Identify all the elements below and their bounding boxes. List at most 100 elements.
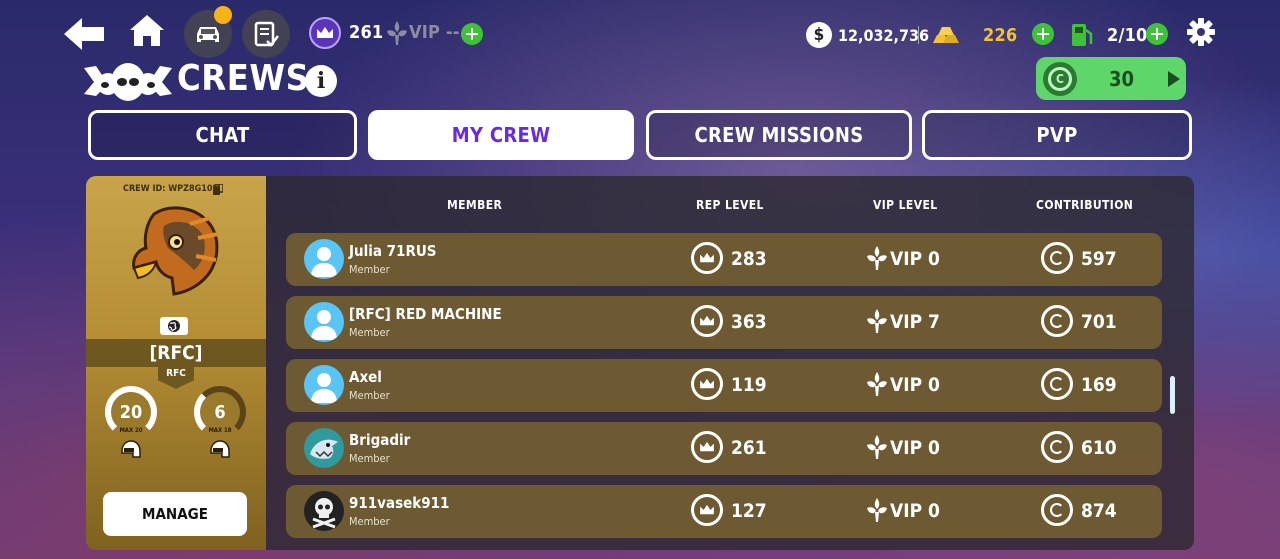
checklist-icon: [254, 21, 279, 47]
default-avatar-icon: [304, 365, 344, 405]
page-title: CREWS: [177, 58, 310, 99]
vip-level-value: VIP 0: [890, 248, 940, 270]
shark-avatar-icon: [304, 428, 344, 468]
crew-emblem: [124, 204, 224, 302]
crew-id-label: CREW ID: WPZ8G10M: [123, 184, 221, 194]
scrollbar[interactable]: [1170, 376, 1175, 414]
tab-my-crew[interactable]: MY CREW: [368, 110, 634, 160]
info-icon: i: [316, 68, 326, 94]
rep-crown-icon: [691, 305, 723, 337]
fuel-plus-button[interactable]: [1146, 23, 1168, 45]
default-avatar-icon: [304, 239, 344, 279]
region-badge: [160, 317, 188, 335]
cash-amount: 12,032,736: [838, 26, 930, 45]
vip-level-value: VIP 0: [890, 437, 940, 459]
rep-crown-icon: [691, 494, 723, 526]
rep-level-value: 127: [731, 500, 767, 522]
copy-icon[interactable]: [213, 184, 223, 195]
play-arrow-icon: [1168, 71, 1180, 87]
member-row[interactable]: Axel Member 119 VIP 0 169: [286, 359, 1162, 412]
contribution-value: 701: [1081, 311, 1117, 333]
crew-short-name: RFC: [158, 367, 194, 389]
vip-fleur-icon: [867, 309, 887, 333]
back-arrow-icon: [64, 18, 104, 50]
rep-level-value: 363: [731, 311, 767, 333]
vip-level-value: VIP 7: [890, 311, 940, 333]
member-name[interactable]: [RFC] RED MACHINE: [349, 305, 502, 323]
member-name[interactable]: Axel: [349, 368, 382, 386]
settings-button[interactable]: [1186, 17, 1216, 51]
vip-fleur-icon: [867, 246, 887, 270]
contribution-coin-icon: [1041, 305, 1073, 337]
member-role: Member: [349, 452, 390, 465]
member-name[interactable]: 911vasek911: [349, 494, 449, 512]
crew-short-label: RFC: [166, 368, 186, 379]
crew-token-button[interactable]: C 30: [1036, 57, 1186, 100]
rep-level-value: 119: [731, 374, 767, 396]
members-table: MEMBER REP LEVEL VIP LEVEL CONTRIBUTION …: [266, 176, 1194, 550]
member-row[interactable]: [RFC] RED MACHINE Member 363 VIP 7 701: [286, 296, 1162, 349]
crew-token-count: 30: [1109, 67, 1135, 91]
rep-level-value: 261: [731, 437, 767, 459]
home-button[interactable]: [128, 12, 166, 50]
contribution-value: 874: [1081, 500, 1117, 522]
crew-tag: [RFC]: [149, 342, 203, 364]
member-name[interactable]: Julia 71RUS: [349, 242, 437, 260]
crown-icon: [309, 17, 341, 49]
member-row[interactable]: Julia 71RUS Member 283 VIP 0 597: [286, 233, 1162, 286]
back-button[interactable]: [62, 14, 106, 54]
member-name[interactable]: Brigadir: [349, 431, 410, 449]
divider: [918, 26, 919, 44]
contribution-coin-icon: [1041, 242, 1073, 274]
info-button[interactable]: i: [305, 65, 337, 97]
vip-fleur-icon: [867, 435, 887, 459]
vip-fleur-icon: [386, 20, 408, 50]
tab-pvp[interactable]: PVP: [922, 110, 1192, 160]
second-max: MAX 18: [208, 427, 232, 434]
member-role: Member: [349, 389, 390, 402]
gold-plus-button[interactable]: [1032, 23, 1054, 45]
header-rep-level: REP LEVEL: [696, 198, 764, 212]
manage-button[interactable]: MANAGE: [103, 492, 247, 536]
plus-icon: [466, 28, 478, 40]
fuel-icon: [1070, 20, 1094, 52]
plus-icon: [1151, 28, 1163, 40]
members-helmet-icon: [121, 440, 141, 458]
car-icon: [197, 27, 219, 42]
member-role: Member: [349, 515, 390, 528]
contribution-value: 610: [1081, 437, 1117, 459]
fuel-amount: 2/10: [1107, 25, 1148, 46]
default-avatar-icon: [304, 302, 344, 342]
header-contribution: CONTRIBUTION: [1036, 198, 1134, 212]
vip-plus-button[interactable]: [461, 23, 483, 45]
gold-bars-icon: [930, 26, 962, 48]
vip-fleur-icon: [867, 498, 887, 522]
contribution-value: 597: [1081, 248, 1117, 270]
vip-level-value: VIP 0: [890, 374, 940, 396]
contribution-coin-icon: [1041, 494, 1073, 526]
header-member: MEMBER: [447, 198, 503, 212]
member-role: Member: [349, 263, 390, 276]
vip-fleur-icon: [867, 372, 887, 396]
contribution-coin-icon: [1041, 431, 1073, 463]
skull-avatar-icon: [304, 491, 344, 531]
rep-crown-icon: [691, 368, 723, 400]
globe-icon: [168, 320, 180, 332]
notification-badge-icon: [214, 6, 232, 24]
tasks-button[interactable]: [242, 10, 290, 58]
rep-crown-icon: [691, 431, 723, 463]
second-helmet-icon: [210, 440, 230, 458]
rep-crown-icon: [691, 242, 723, 274]
crown-count: 261: [349, 22, 384, 43]
tab-chat[interactable]: CHAT: [88, 110, 357, 160]
members-max: MAX 20: [119, 427, 143, 434]
vip-status: VIP --: [409, 22, 460, 43]
tab-crew-missions[interactable]: CREW MISSIONS: [646, 110, 912, 160]
second-value: 6: [214, 402, 226, 423]
vip-level-value: VIP 0: [890, 500, 940, 522]
member-row[interactable]: Brigadir Member 261 VIP 0 610: [286, 422, 1162, 475]
contribution-value: 169: [1081, 374, 1117, 396]
header-vip-level: VIP LEVEL: [873, 198, 938, 212]
member-row[interactable]: 911vasek911 Member 127 VIP 0 874: [286, 485, 1162, 538]
rep-level-value: 283: [731, 248, 767, 270]
